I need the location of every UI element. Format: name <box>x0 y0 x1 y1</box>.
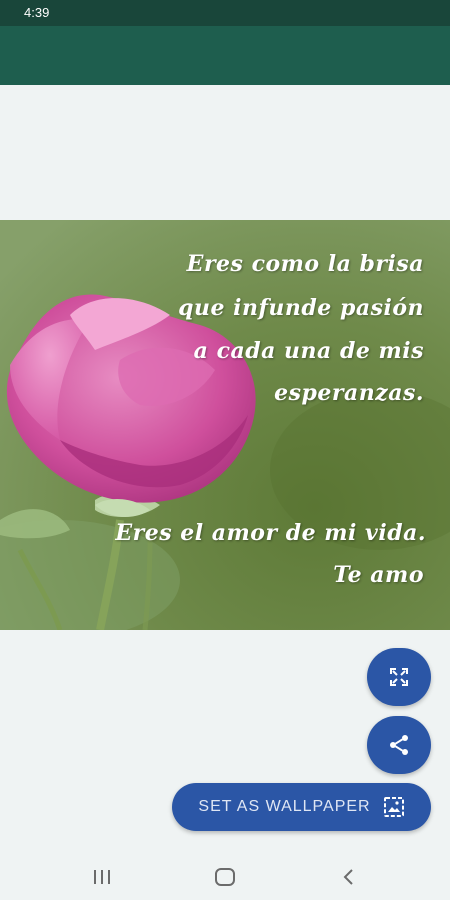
status-time: 4:39 <box>24 5 50 20</box>
quote-line-1: Eres como la brisa <box>186 251 424 277</box>
home-icon <box>214 867 235 886</box>
wallpaper-preview: Eres como la brisa que infunde pasión a … <box>0 220 450 630</box>
share-button[interactable] <box>367 716 431 774</box>
fullscreen-button[interactable] <box>367 648 431 706</box>
wallpaper-icon <box>383 797 404 817</box>
recents-icon <box>93 869 110 884</box>
system-navigation-bar <box>0 853 450 900</box>
recents-button[interactable] <box>72 857 132 897</box>
quote-line-6: Te amo <box>333 562 424 588</box>
back-button[interactable] <box>318 857 378 897</box>
quote-line-5: Eres el amor de mi vida. <box>115 520 426 546</box>
quote-line-4: esperanzas. <box>274 380 424 406</box>
quote-line-3: a cada una de mis <box>193 338 424 364</box>
quote-line-2: que infunde pasión <box>178 295 424 321</box>
back-icon <box>343 868 354 885</box>
home-button[interactable] <box>195 857 255 897</box>
share-icon <box>390 735 408 755</box>
set-as-wallpaper-button[interactable]: SET AS WALLPAPER <box>172 783 431 831</box>
fullscreen-icon <box>390 668 408 686</box>
status-bar: 4:39 <box>0 0 450 26</box>
set-as-wallpaper-label: SET AS WALLPAPER <box>198 798 371 815</box>
app-bar <box>0 26 450 85</box>
